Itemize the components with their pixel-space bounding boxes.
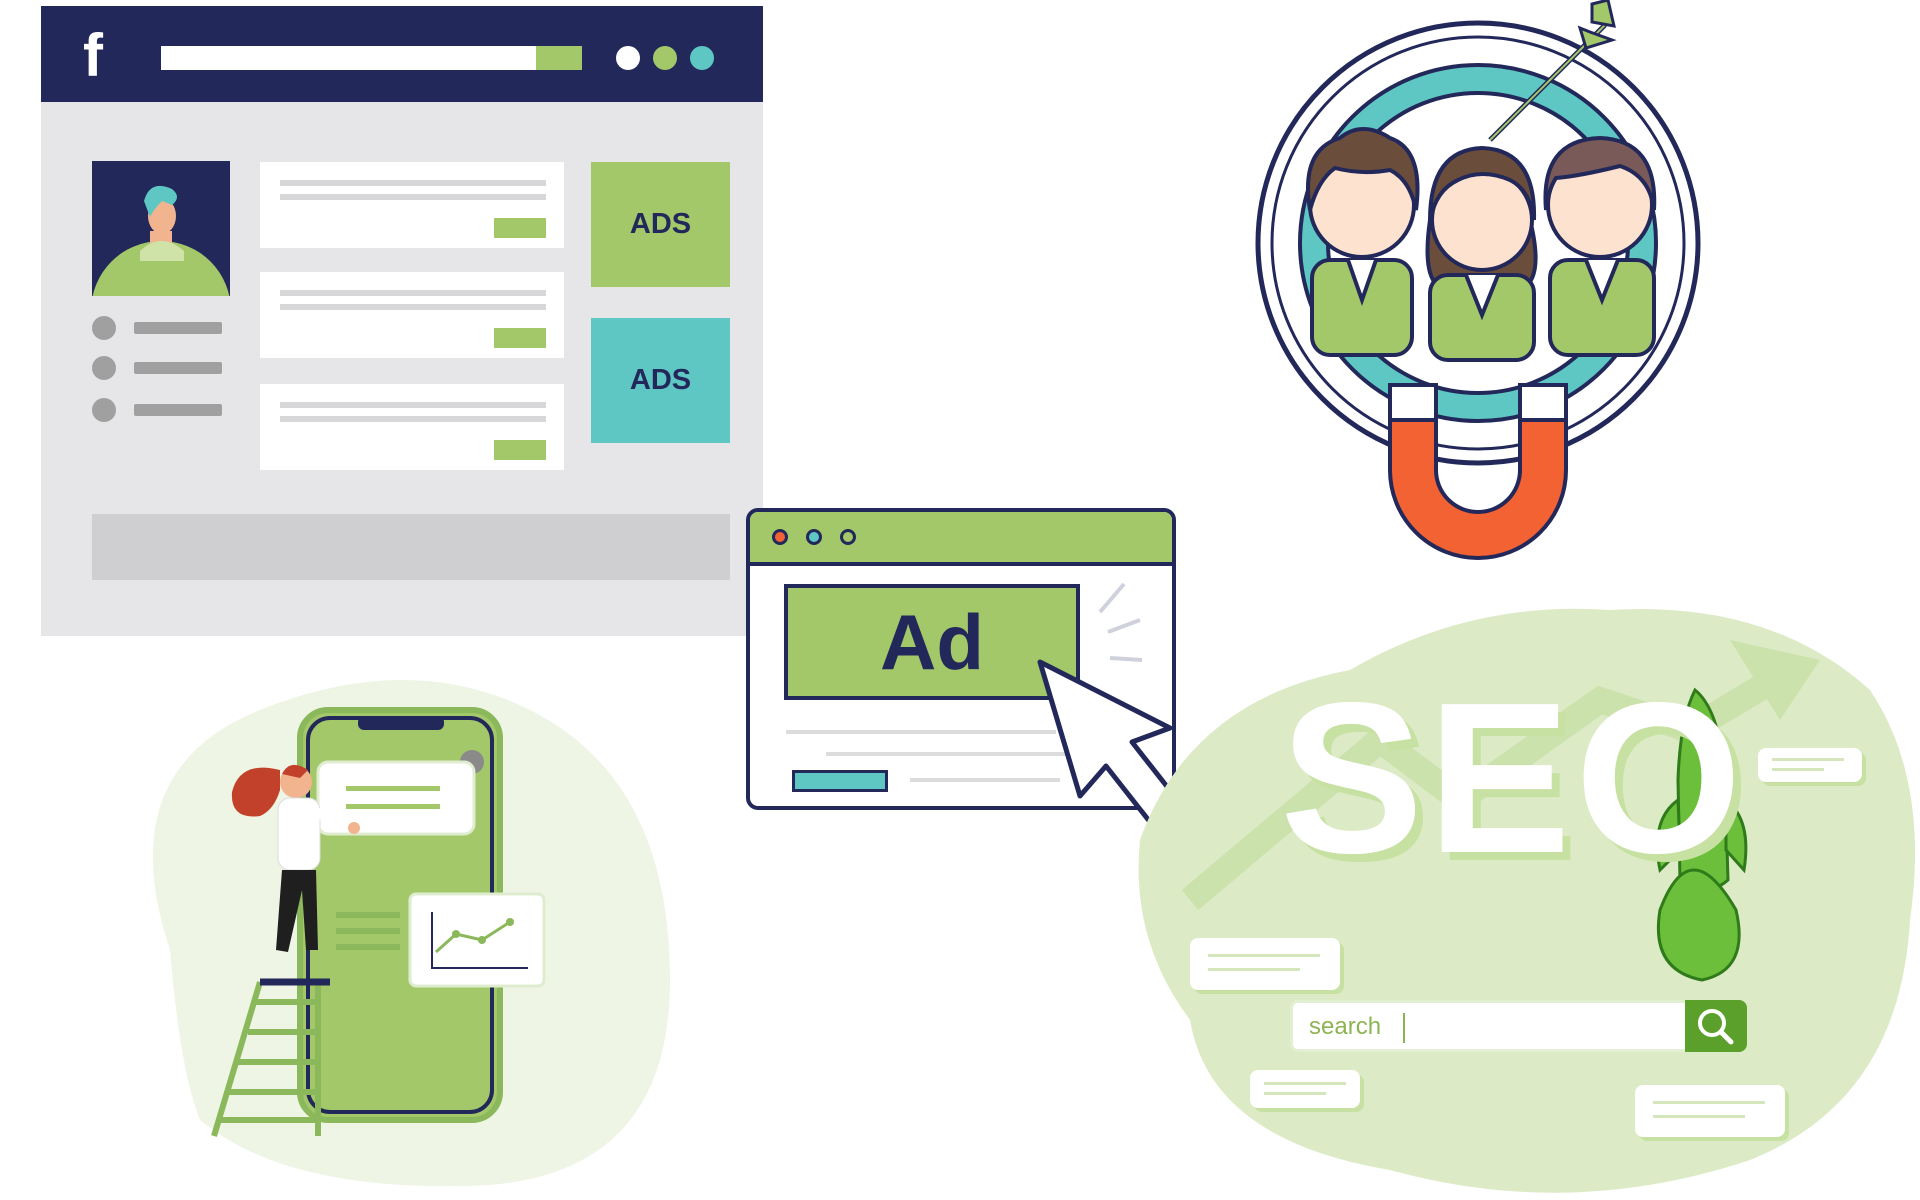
ad-browser-window: Ad	[746, 508, 1182, 828]
post-action-button[interactable]	[494, 440, 546, 460]
seo-search-input[interactable]: search	[1290, 1000, 1742, 1052]
seo-title: SEO	[1280, 657, 1747, 898]
social-footer-bar	[92, 514, 730, 580]
menu-line[interactable]	[134, 322, 222, 334]
floating-card	[1758, 748, 1862, 782]
seo-illustration: SEO search	[1130, 580, 1920, 1195]
menu-line[interactable]	[134, 362, 222, 374]
facebook-logo-icon: f	[83, 22, 103, 89]
post-action-button[interactable]	[494, 218, 546, 238]
magnifier-icon	[1698, 1009, 1734, 1045]
cursor-arrow-icon	[1037, 582, 1179, 825]
social-header-bar: f	[41, 6, 763, 102]
post-action-button[interactable]	[494, 328, 546, 348]
social-ads-mockup: f ADS ADS	[41, 6, 763, 636]
search-placeholder: search	[1309, 1013, 1382, 1040]
menu-bullet	[92, 316, 116, 340]
feed-post	[260, 162, 564, 248]
social-search-field[interactable]	[161, 46, 536, 70]
search-button[interactable]	[1685, 1000, 1747, 1052]
feed-post	[260, 384, 564, 470]
line-chart-icon	[408, 892, 546, 988]
floating-card	[1250, 1070, 1360, 1108]
header-dot-green	[653, 46, 677, 70]
feed-post	[260, 272, 564, 358]
audience-people	[1306, 127, 1657, 362]
menu-bullet	[92, 356, 116, 380]
ad-block-teal[interactable]: ADS	[591, 318, 730, 443]
audience-magnet-illustration	[1240, 0, 1710, 570]
menu-bullet	[92, 398, 116, 422]
ad-block-green[interactable]: ADS	[591, 162, 730, 287]
menu-line[interactable]	[134, 404, 222, 416]
header-dot-white	[616, 46, 640, 70]
floating-card	[1190, 938, 1340, 990]
person-avatar-icon	[92, 185, 230, 296]
header-dot-teal	[690, 46, 714, 70]
floating-card	[1635, 1085, 1785, 1137]
social-search-button[interactable]	[536, 46, 582, 70]
profile-avatar	[92, 161, 230, 296]
mobile-marketing-illustration	[110, 650, 690, 1190]
text-caret	[1403, 1013, 1405, 1043]
